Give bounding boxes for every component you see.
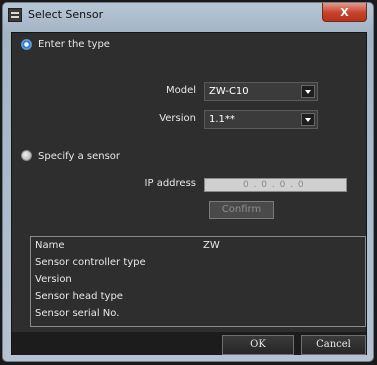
dropdown-arrow-icon xyxy=(301,85,315,98)
model-select[interactable]: ZW-C10 xyxy=(204,82,318,101)
model-value: ZW-C10 xyxy=(209,86,249,97)
specify-sensor-label: Specify a sensor xyxy=(38,151,121,162)
version-value: 1.1** xyxy=(209,114,235,125)
close-icon: X xyxy=(340,5,349,19)
sensor-info-panel: Name ZW Sensor controller type Version S… xyxy=(30,236,366,327)
title-bar: Select Sensor X xyxy=(3,3,373,31)
ip-address-label: IP address xyxy=(144,178,196,189)
info-label-version: Version xyxy=(35,274,72,285)
info-label-controller-type: Sensor controller type xyxy=(35,257,146,268)
ok-button[interactable]: OK xyxy=(222,335,294,355)
select-sensor-dialog: Select Sensor X Enter the type Model ZW-… xyxy=(2,2,374,362)
app-icon xyxy=(8,8,22,22)
button-bar: OK Cancel xyxy=(12,332,366,355)
specify-sensor-radio[interactable] xyxy=(21,150,32,161)
info-label-serial-no: Sensor serial No. xyxy=(35,308,120,319)
dropdown-arrow-icon xyxy=(301,113,315,126)
version-select[interactable]: 1.1** xyxy=(204,110,318,129)
confirm-button[interactable]: Confirm xyxy=(209,201,274,219)
window-title: Select Sensor xyxy=(28,8,104,21)
info-label-head-type: Sensor head type xyxy=(35,291,123,302)
model-label: Model xyxy=(165,85,196,96)
enter-type-radio[interactable] xyxy=(21,39,32,50)
ip-address-field[interactable]: 0 . 0 . 0 . 0 xyxy=(204,178,347,192)
enter-type-label: Enter the type xyxy=(38,39,110,50)
version-label: Version xyxy=(159,113,196,124)
dialog-body: Enter the type Model ZW-C10 Version 1.1*… xyxy=(11,32,367,355)
info-value-name: ZW xyxy=(203,240,220,251)
cancel-button[interactable]: Cancel xyxy=(301,335,366,355)
close-button[interactable]: X xyxy=(322,3,367,22)
info-label-name: Name xyxy=(35,240,65,251)
